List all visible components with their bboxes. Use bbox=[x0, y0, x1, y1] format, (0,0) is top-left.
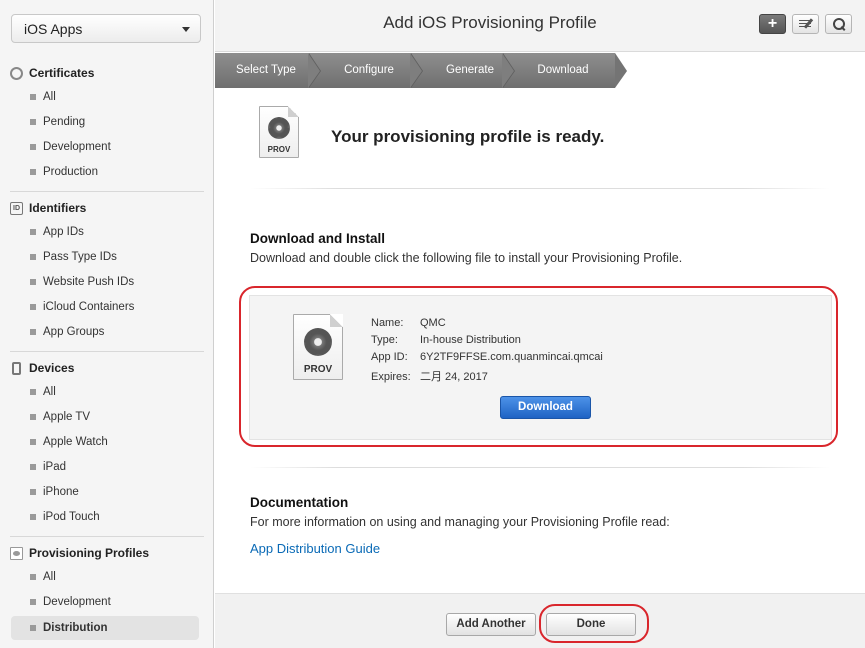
sidebar-item-devices-all[interactable]: All bbox=[11, 380, 199, 404]
sidebar-item-certificates-production[interactable]: Production bbox=[11, 160, 199, 184]
sidebar-item-ipod-touch[interactable]: iPod Touch bbox=[11, 505, 199, 529]
sidebar-item-label: Development bbox=[43, 141, 111, 153]
search-icon[interactable] bbox=[825, 14, 852, 34]
section-certificates: Certificates bbox=[10, 64, 94, 82]
plus-icon[interactable]: + bbox=[759, 14, 786, 34]
sidebar-item-label: iPhone bbox=[43, 486, 79, 498]
sidebar-item-apple-watch[interactable]: Apple Watch bbox=[11, 430, 199, 454]
section-provisioning-profiles: Provisioning Profiles bbox=[10, 544, 149, 562]
sidebar-item-apple-tv[interactable]: Apple TV bbox=[11, 405, 199, 429]
sidebar-item-label: All bbox=[43, 386, 56, 398]
documentation-description: For more information on using and managi… bbox=[250, 515, 670, 529]
sidebar-item-certificates-development[interactable]: Development bbox=[11, 135, 199, 159]
section-title: Certificates bbox=[29, 66, 95, 80]
app-distribution-guide-link[interactable]: App Distribution Guide bbox=[250, 541, 380, 556]
id-icon: ID bbox=[10, 201, 23, 215]
sidebar-item-profiles-development[interactable]: Development bbox=[11, 590, 199, 614]
step-download: Download bbox=[537, 64, 589, 76]
app-type-select[interactable]: iOS Apps bbox=[11, 14, 201, 43]
sidebar-item-certificates-pending[interactable]: Pending bbox=[11, 110, 199, 134]
wizard-steps: Select Type Configure Generate Download bbox=[215, 53, 865, 88]
section-title: Identifiers bbox=[29, 201, 87, 215]
add-another-button[interactable]: Add Another bbox=[446, 613, 536, 636]
sidebar-item-label: iPod Touch bbox=[43, 511, 100, 523]
sidebar-item-app-ids[interactable]: App IDs bbox=[11, 220, 199, 244]
step-separator bbox=[615, 53, 627, 88]
sidebar-item-label: All bbox=[43, 571, 56, 583]
sidebar-item-ipad[interactable]: iPad bbox=[11, 455, 199, 479]
step-select-type: Select Type bbox=[236, 64, 296, 76]
page-title: Add iOS Provisioning Profile bbox=[383, 13, 597, 32]
divider bbox=[10, 191, 204, 192]
sidebar-item-app-groups[interactable]: App Groups bbox=[11, 320, 199, 344]
main-content: PROV Your provisioning profile is ready.… bbox=[215, 88, 865, 593]
sidebar-item-label: Production bbox=[43, 166, 98, 178]
sidebar-item-profiles-all[interactable]: All bbox=[11, 565, 199, 589]
ready-heading: Your provisioning profile is ready. bbox=[331, 127, 605, 146]
sidebar-item-iphone[interactable]: iPhone bbox=[11, 480, 199, 504]
sidebar-item-pass-type-ids[interactable]: Pass Type IDs bbox=[11, 245, 199, 269]
edit-icon[interactable] bbox=[792, 14, 819, 34]
sidebar-item-label: Website Push IDs bbox=[43, 276, 135, 288]
footer: Add Another Done bbox=[215, 593, 865, 648]
download-install-description: Download and double click the following … bbox=[250, 251, 683, 265]
device-icon bbox=[12, 361, 21, 375]
section-devices: Devices bbox=[10, 359, 74, 377]
done-highlight-annotation bbox=[539, 604, 649, 643]
sidebar-item-icloud-containers[interactable]: iCloud Containers bbox=[11, 295, 199, 319]
certificate-icon bbox=[10, 66, 23, 80]
download-install-title: Download and Install bbox=[250, 231, 386, 246]
sidebar-item-certificates-all[interactable]: All bbox=[11, 85, 199, 109]
step-configure: Configure bbox=[344, 64, 394, 76]
steps-remainder bbox=[615, 53, 865, 88]
sidebar-item-label: Apple Watch bbox=[43, 436, 108, 448]
section-title: Devices bbox=[29, 361, 75, 375]
sidebar: iOS Apps Certificates All Pending Develo… bbox=[0, 0, 214, 648]
header: Add iOS Provisioning Profile + bbox=[215, 0, 865, 52]
section-title: Provisioning Profiles bbox=[29, 546, 150, 560]
profile-icon bbox=[10, 546, 23, 560]
app-type-select-value: iOS Apps bbox=[24, 21, 83, 37]
sidebar-item-label: Pending bbox=[43, 116, 86, 128]
sidebar-item-label: All bbox=[43, 91, 56, 103]
sidebar-item-label: App Groups bbox=[43, 326, 105, 338]
section-identifiers: ID Identifiers bbox=[10, 199, 86, 217]
divider bbox=[10, 351, 204, 352]
icon-label: PROV bbox=[267, 145, 291, 154]
chevron-down-icon bbox=[182, 27, 190, 32]
gear-icon bbox=[268, 117, 290, 139]
sidebar-item-label: iPad bbox=[43, 461, 67, 473]
sidebar-item-label: App IDs bbox=[43, 226, 84, 238]
sidebar-item-label: Distribution bbox=[43, 622, 108, 634]
sidebar-item-label: Pass Type IDs bbox=[43, 251, 117, 263]
sidebar-item-profiles-distribution[interactable]: Distribution bbox=[11, 616, 199, 640]
download-highlight-annotation bbox=[239, 286, 838, 447]
divider bbox=[250, 467, 830, 468]
sidebar-item-label: iCloud Containers bbox=[43, 301, 135, 313]
divider bbox=[250, 188, 830, 189]
sidebar-item-label: Apple TV bbox=[43, 411, 91, 423]
provisioning-profile-icon: PROV bbox=[259, 106, 299, 158]
sidebar-item-website-push-ids[interactable]: Website Push IDs bbox=[11, 270, 199, 294]
sidebar-item-label: Development bbox=[43, 596, 111, 608]
divider bbox=[10, 536, 204, 537]
documentation-title: Documentation bbox=[250, 495, 349, 510]
